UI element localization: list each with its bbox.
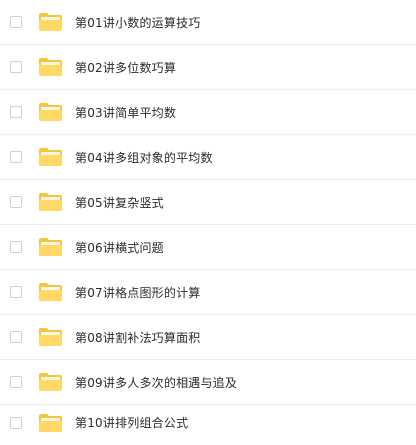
list-item[interactable]: 第03讲简单平均数 <box>0 90 416 135</box>
folder-icon <box>38 372 63 392</box>
select-checkbox[interactable] <box>10 376 22 388</box>
select-checkbox[interactable] <box>10 286 22 298</box>
item-label[interactable]: 第04讲多组对象的平均数 <box>75 149 213 166</box>
folder-icon <box>38 12 63 32</box>
folder-icon <box>38 192 63 212</box>
list-item[interactable]: 第04讲多组对象的平均数 <box>0 135 416 180</box>
folder-icon <box>38 282 63 302</box>
select-checkbox[interactable] <box>10 16 22 28</box>
list-item[interactable]: 第10讲排列组合公式 <box>0 400 416 445</box>
item-label[interactable]: 第02讲多位数巧算 <box>75 59 176 76</box>
list-item[interactable]: 第05讲复杂竖式 <box>0 180 416 225</box>
select-checkbox[interactable] <box>10 151 22 163</box>
select-checkbox[interactable] <box>10 416 22 429</box>
folder-icon <box>38 413 63 433</box>
list-item[interactable]: 第07讲格点图形的计算 <box>0 270 416 315</box>
list-item[interactable]: 第08讲割补法巧算面积 <box>0 315 416 360</box>
list-item[interactable]: 第02讲多位数巧算 <box>0 45 416 90</box>
folder-icon <box>38 237 63 257</box>
select-checkbox[interactable] <box>10 241 22 253</box>
select-checkbox[interactable] <box>10 106 22 118</box>
item-label[interactable]: 第05讲复杂竖式 <box>75 194 164 211</box>
list-item[interactable]: 第01讲小数的运算技巧 <box>0 0 416 45</box>
item-label[interactable]: 第08讲割补法巧算面积 <box>75 329 200 346</box>
item-label[interactable]: 第06讲横式问题 <box>75 239 164 256</box>
folder-icon <box>38 147 63 167</box>
item-label[interactable]: 第01讲小数的运算技巧 <box>75 14 200 31</box>
folder-icon <box>38 57 63 77</box>
item-label[interactable]: 第10讲排列组合公式 <box>75 414 188 431</box>
item-label[interactable]: 第09讲多人多次的相遇与追及 <box>75 374 237 391</box>
select-checkbox[interactable] <box>10 196 22 208</box>
select-checkbox[interactable] <box>10 61 22 73</box>
select-checkbox[interactable] <box>10 331 22 343</box>
list-item[interactable]: 第06讲横式问题 <box>0 225 416 270</box>
item-label[interactable]: 第03讲简单平均数 <box>75 104 176 121</box>
file-list: 第01讲小数的运算技巧 第02讲多位数巧算 第03讲简单平均数 第04讲多组对象… <box>0 0 416 438</box>
item-label[interactable]: 第07讲格点图形的计算 <box>75 284 200 301</box>
list-item[interactable]: 第09讲多人多次的相遇与追及 <box>0 360 416 405</box>
folder-icon <box>38 327 63 347</box>
folder-icon <box>38 102 63 122</box>
